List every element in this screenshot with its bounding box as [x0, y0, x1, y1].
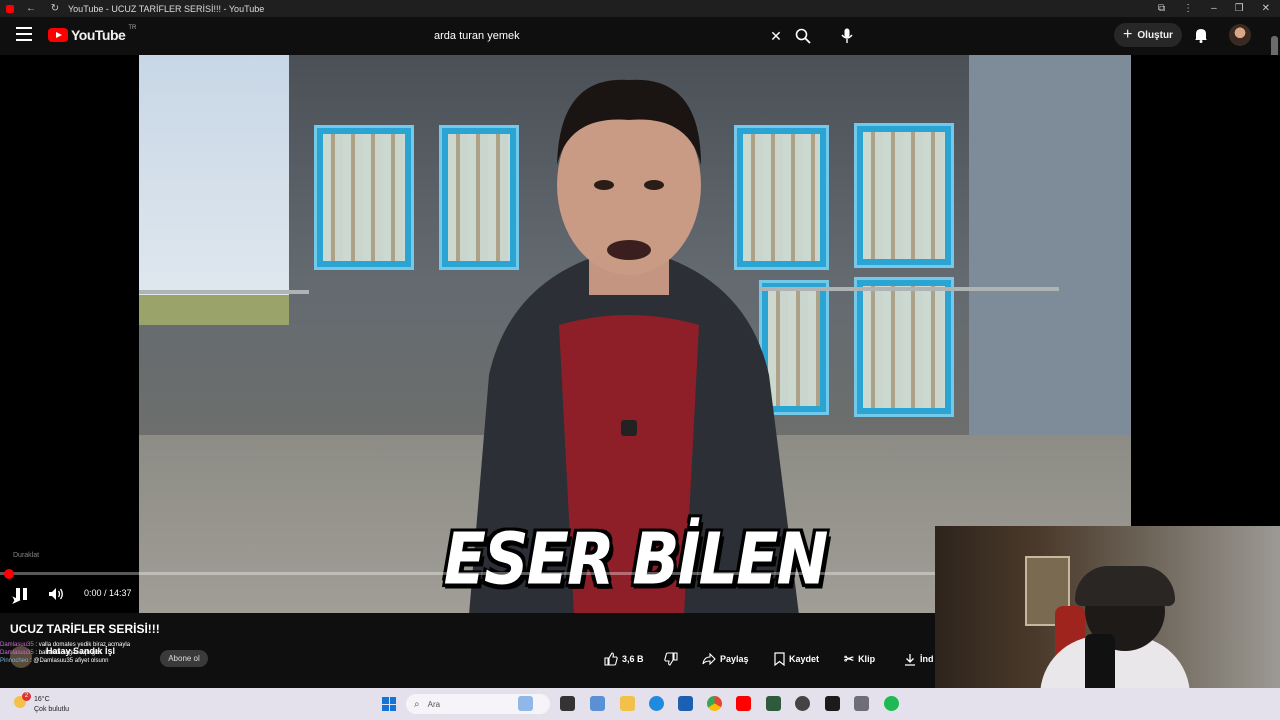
clip-label: Klip: [858, 654, 876, 664]
scissors-icon: ✂: [844, 652, 855, 666]
voice-search-button[interactable]: [834, 23, 860, 49]
search-icon: [795, 28, 811, 44]
download-label: İnd: [920, 654, 934, 664]
save-label: Kaydet: [789, 654, 820, 664]
weather-badge: 2: [22, 692, 31, 701]
thumbs-up-icon: [604, 652, 618, 666]
share-button[interactable]: Paylaş: [694, 648, 757, 670]
chat-username: Damlasuu35: [0, 650, 34, 656]
download-icon: [905, 653, 915, 666]
thumbs-down-icon: [664, 652, 678, 666]
search-input[interactable]: arda turan yemek: [434, 30, 766, 42]
steam-icon[interactable]: [854, 696, 869, 711]
store-app-icon[interactable]: [590, 696, 605, 711]
streamer-cap: [1075, 566, 1175, 606]
mouse-cursor-icon: ➤: [11, 593, 22, 607]
weather-temp: 16°C: [34, 696, 50, 703]
hamburger-menu-icon[interactable]: [16, 27, 32, 41]
weather-widget[interactable]: 2 16°C Çok bulutlu: [8, 692, 98, 716]
chat-username: Damlasuu35: [0, 642, 34, 648]
share-label: Paylaş: [720, 654, 749, 664]
volume-icon: [49, 588, 63, 600]
chat-text: : baharatı soğan açtı gibi: [33, 650, 102, 656]
windows-taskbar: 2 16°C Çok bulutlu ⌕ Ara: [0, 688, 1280, 720]
task-view-icon[interactable]: [560, 696, 575, 711]
account-avatar[interactable]: [1229, 24, 1251, 46]
stream-chat-overlay: Damlasuu35 : valla domates yedik biraz a…: [0, 641, 200, 665]
restore-icon[interactable]: ❐: [1235, 3, 1244, 14]
widgets-icon[interactable]: [518, 696, 533, 711]
clip-button[interactable]: ✂ Klip: [836, 648, 883, 670]
chrome-icon[interactable]: [707, 696, 722, 711]
chat-message: Pinnocheo : @Damlasuu35 afiyet olsunn: [0, 657, 200, 665]
youtube-logo[interactable]: YouTube TR: [48, 25, 137, 43]
time-display: 0:00 / 14:37: [84, 588, 132, 598]
reload-icon[interactable]: ↻: [48, 3, 62, 14]
start-button[interactable]: [382, 697, 396, 711]
chat-username: Pinnocheo: [0, 658, 29, 664]
progress-scrubber[interactable]: [4, 569, 14, 579]
logo-text: YouTube: [71, 27, 126, 43]
chat-text: : @Damlasuu35 afiyet olsunn: [28, 658, 109, 664]
game-launcher-icon[interactable]: [766, 696, 781, 711]
volume-button[interactable]: [46, 585, 66, 603]
calculator-icon[interactable]: [678, 696, 693, 711]
edge-icon[interactable]: [649, 696, 664, 711]
share-icon: [702, 653, 716, 665]
youtube-favicon-icon: [6, 4, 14, 13]
paused-tooltip: Duraklat: [13, 552, 40, 559]
more-options-icon[interactable]: ⋮: [1183, 3, 1193, 14]
minimize-icon[interactable]: –: [1211, 3, 1217, 14]
taskbar-search-placeholder: Ara: [427, 699, 441, 709]
search-button[interactable]: [790, 23, 816, 49]
discord-icon[interactable]: [795, 696, 810, 711]
create-button[interactable]: + Oluştur: [1114, 23, 1182, 47]
search-icon: ⌕: [414, 698, 420, 710]
obs-icon[interactable]: [825, 696, 840, 711]
save-button[interactable]: Kaydet: [766, 648, 827, 670]
youtube-play-icon: [48, 28, 68, 42]
like-count: 3,6 B: [622, 654, 644, 664]
like-button[interactable]: 3,6 B: [596, 648, 652, 670]
tab-title: YouTube - UCUZ TARİFLER SERİSİ!!! - YouT…: [68, 3, 265, 14]
browser-title-bar: ← ↻ YouTube - UCUZ TARİFLER SERİSİ!!! - …: [0, 0, 1280, 17]
chat-message: Damlasuu35 : baharatı soğan açtı gibi: [0, 649, 200, 657]
clear-search-icon[interactable]: ✕: [766, 28, 786, 45]
file-explorer-icon[interactable]: [620, 696, 635, 711]
back-arrow-icon[interactable]: ←: [24, 3, 38, 14]
bell-icon: [1195, 29, 1207, 43]
create-label: Oluştur: [1137, 29, 1173, 41]
microphone-icon: [841, 28, 853, 43]
progress-bar[interactable]: [0, 572, 935, 575]
spotify-icon[interactable]: [884, 696, 899, 711]
plus-icon: +: [1123, 26, 1133, 43]
video-title: UCUZ TARİFLER SERİSİ!!!: [10, 622, 160, 636]
notifications-button[interactable]: [1190, 24, 1212, 46]
bookmark-icon: [774, 652, 785, 666]
chat-message: Damlasuu35 : valla domates yedik biraz a…: [0, 641, 200, 649]
youtube-masthead: YouTube TR arda turan yemek ✕ + Oluştur: [0, 17, 1280, 55]
search-box[interactable]: arda turan yemek ✕: [424, 23, 786, 49]
windows-logo-icon: [382, 697, 389, 704]
extensions-icon[interactable]: ⧉: [1158, 3, 1165, 14]
youtube-app-icon[interactable]: [736, 696, 751, 711]
close-window-icon[interactable]: ✕: [1262, 3, 1270, 14]
chat-text: : valla domates yedik biraz acmayla: [33, 642, 131, 648]
country-code: TR: [128, 25, 137, 31]
weather-desc: Çok bulutlu: [34, 706, 70, 713]
dislike-button[interactable]: [656, 648, 686, 670]
